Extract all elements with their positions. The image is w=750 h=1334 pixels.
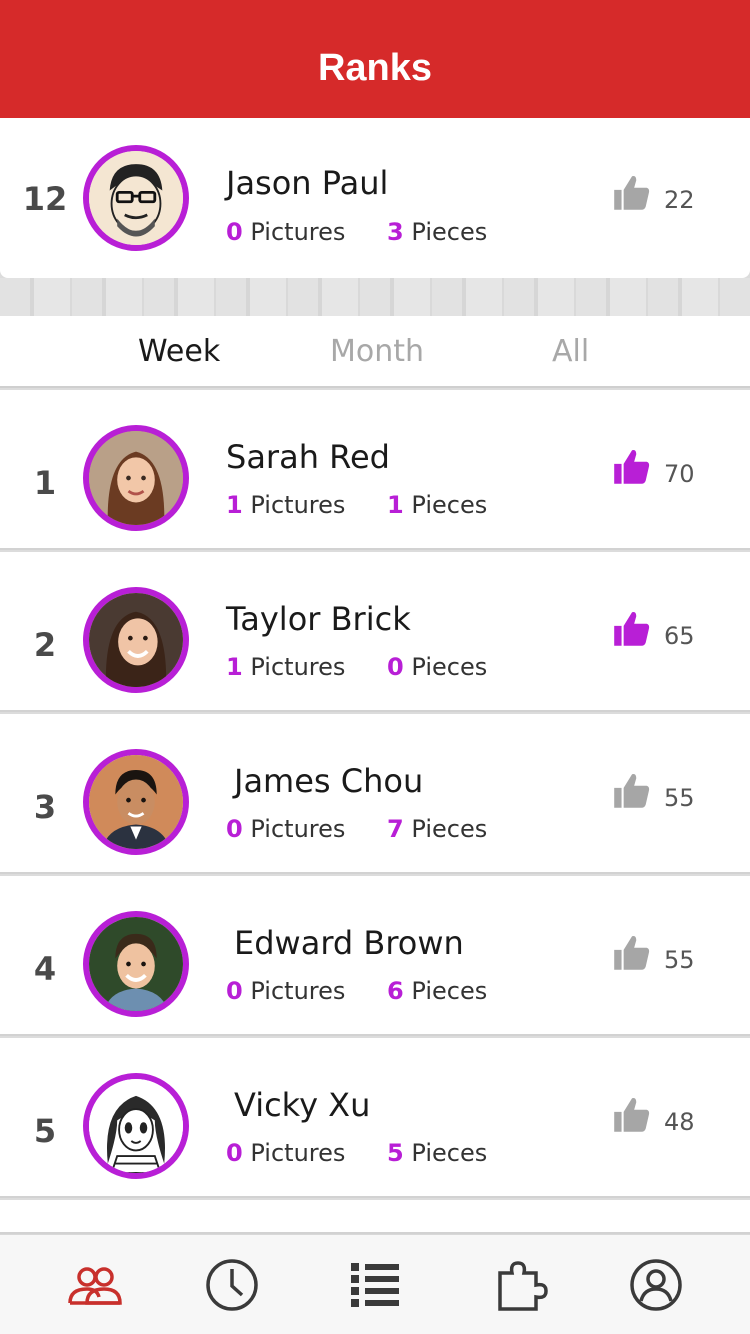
- person-avatar-icon: [89, 917, 183, 1011]
- bottom-tab-bar: [0, 1234, 750, 1334]
- pictures-label: Pictures: [250, 815, 346, 843]
- pictures-label: Pictures: [250, 653, 346, 681]
- username: Edward Brown: [234, 924, 464, 962]
- my-username: Jason Paul: [226, 164, 389, 202]
- rank-number: 1: [33, 464, 57, 502]
- thumbs-up-icon[interactable]: [610, 446, 652, 488]
- my-avatar[interactable]: [83, 145, 189, 251]
- page-title: Ranks: [317, 46, 433, 89]
- pieces-label: Pieces: [411, 653, 488, 681]
- list-item[interactable]: 4 Edward Brown 0 Pictures 6 Pieces 55: [0, 876, 750, 1036]
- pictures-label: Pictures: [250, 1139, 346, 1167]
- my-rank-number: 12: [22, 180, 68, 218]
- tab-list[interactable]: [345, 1257, 405, 1313]
- person-avatar-icon: [89, 593, 183, 687]
- profile-icon: [630, 1259, 682, 1311]
- thumbs-up-icon[interactable]: [610, 1094, 652, 1136]
- users-icon: [68, 1267, 122, 1305]
- like-count: 22: [664, 186, 695, 214]
- list-item[interactable]: 5 Vicky Xu 0 Pictures 5 Pieces 48: [0, 1038, 750, 1198]
- rank-number: 4: [33, 950, 57, 988]
- pictures-label: Pictures: [250, 977, 346, 1005]
- rank-number: 3: [33, 788, 57, 826]
- list-item[interactable]: 1 Sarah Red 1 Pictures 1 Pieces 70: [0, 390, 750, 550]
- puzzle-icon: [498, 1261, 548, 1311]
- list-item-partial: [0, 1200, 750, 1234]
- like-count: 65: [664, 622, 695, 650]
- period-tabs: Week Month All: [0, 316, 750, 388]
- list-icon: [351, 1263, 399, 1307]
- user-stats: 0 Pictures 5 Pieces: [226, 1139, 487, 1167]
- user-stats: 1 Pictures 1 Pieces: [226, 491, 487, 519]
- thumbs-up-icon[interactable]: [610, 770, 652, 812]
- pieces-count: 5: [387, 1139, 404, 1167]
- rank-number: 5: [33, 1112, 57, 1150]
- avatar[interactable]: [83, 1073, 189, 1179]
- pictures-label: Pictures: [250, 491, 346, 519]
- pictures-count: 1: [226, 653, 243, 681]
- cartoon-avatar-icon: [89, 1079, 183, 1173]
- tab-history[interactable]: [202, 1257, 262, 1313]
- username: Sarah Red: [226, 438, 390, 476]
- pictures-count: 0: [226, 977, 243, 1005]
- user-stats: 0 Pictures 6 Pieces: [226, 977, 487, 1005]
- tab-ranks[interactable]: [65, 1257, 125, 1313]
- cartoon-avatar-icon: [89, 151, 183, 245]
- username: James Chou: [234, 762, 424, 800]
- pieces-label: Pieces: [411, 491, 488, 519]
- user-stats: 1 Pictures 0 Pieces: [226, 653, 487, 681]
- tab-profile[interactable]: [626, 1257, 686, 1313]
- pictures-count: 0: [226, 218, 243, 246]
- avatar[interactable]: [83, 749, 189, 855]
- username: Taylor Brick: [226, 600, 411, 638]
- list-item[interactable]: 2 Taylor Brick 1 Pictures 0 Pieces 65: [0, 552, 750, 712]
- clock-icon: [206, 1259, 258, 1311]
- pieces-count: 1: [387, 491, 404, 519]
- pictures-count: 0: [226, 815, 243, 843]
- pieces-label: Pieces: [411, 1139, 488, 1167]
- person-avatar-icon: [89, 755, 183, 849]
- tab-month[interactable]: Month: [330, 334, 424, 369]
- like-count: 70: [664, 460, 695, 488]
- person-avatar-icon: [89, 431, 183, 525]
- avatar[interactable]: [83, 425, 189, 531]
- like-count: 48: [664, 1108, 695, 1136]
- my-rank-card[interactable]: 12 Jason Paul 0 Pictures 3 Pieces 22: [0, 118, 750, 278]
- rank-number: 2: [33, 626, 57, 664]
- tab-all[interactable]: All: [552, 334, 589, 369]
- like-count: 55: [664, 946, 695, 974]
- thumbs-up-icon[interactable]: [610, 172, 652, 214]
- pieces-count: 6: [387, 977, 404, 1005]
- my-stats: 0 Pictures 3 Pieces: [226, 218, 487, 246]
- header-bar: Ranks: [0, 0, 750, 118]
- tab-week[interactable]: Week: [138, 334, 220, 369]
- pieces-label: Pieces: [411, 218, 488, 246]
- list-item[interactable]: 3 James Chou 0 Pictures 7 Pieces 55: [0, 714, 750, 874]
- avatar[interactable]: [83, 911, 189, 1017]
- background-texture: [0, 278, 750, 318]
- pictures-label: Pictures: [250, 218, 346, 246]
- username: Vicky Xu: [234, 1086, 371, 1124]
- like-count: 55: [664, 784, 695, 812]
- avatar[interactable]: [83, 587, 189, 693]
- pieces-label: Pieces: [411, 815, 488, 843]
- pieces-count: 7: [387, 815, 404, 843]
- pictures-count: 0: [226, 1139, 243, 1167]
- thumbs-up-icon[interactable]: [610, 608, 652, 650]
- pieces-label: Pieces: [411, 977, 488, 1005]
- tab-puzzles[interactable]: [490, 1257, 550, 1313]
- pieces-count: 3: [387, 218, 404, 246]
- thumbs-up-icon[interactable]: [610, 932, 652, 974]
- user-stats: 0 Pictures 7 Pieces: [226, 815, 487, 843]
- pictures-count: 1: [226, 491, 243, 519]
- pieces-count: 0: [387, 653, 404, 681]
